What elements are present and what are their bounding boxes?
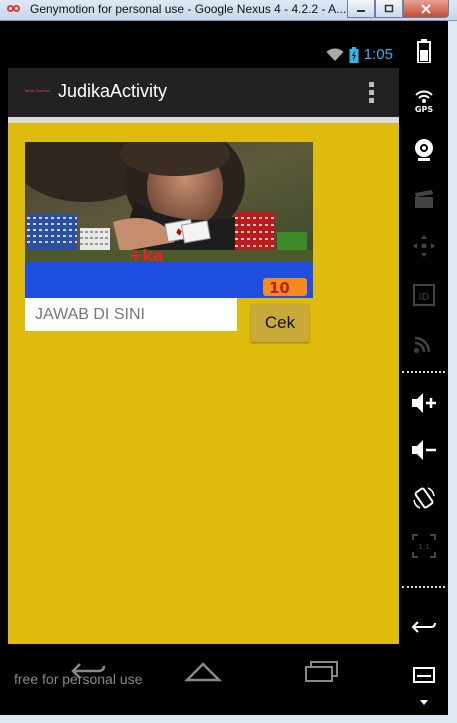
recents-icon xyxy=(305,661,338,682)
device-id-widget-button[interactable]: ID xyxy=(399,278,448,312)
battery-icon xyxy=(416,39,431,63)
scale-icon: 1:1 xyxy=(411,534,436,558)
back-button[interactable] xyxy=(399,611,448,645)
home-icon xyxy=(184,662,222,682)
device-screen: 1:05 Tebak Gambar JudikaActivity ♦ +ka 1… xyxy=(8,21,399,715)
watermark-text: free for personal use xyxy=(14,671,143,687)
window-title: Genymotion for personal use - Google Nex… xyxy=(30,2,347,16)
overflow-menu-icon[interactable] xyxy=(369,82,375,103)
cast-widget-button[interactable] xyxy=(399,326,448,360)
puzzle-image: ♦ +ka 10 xyxy=(25,142,313,298)
chevron-down-icon xyxy=(419,700,428,705)
activity-title: JudikaActivity xyxy=(58,81,168,101)
wifi-icon xyxy=(326,47,344,61)
svg-text:1:1: 1:1 xyxy=(418,543,429,551)
volume-down-button[interactable] xyxy=(399,433,448,467)
volume-up-icon xyxy=(411,393,436,413)
webcam-icon xyxy=(414,139,433,161)
sidebar-separator xyxy=(402,586,445,588)
recents-button[interactable] xyxy=(296,656,346,686)
battery-widget-button[interactable] xyxy=(399,34,448,68)
cast-icon xyxy=(413,336,430,353)
maximize-button[interactable] xyxy=(375,0,403,18)
rotate-icon xyxy=(412,487,435,509)
sidebar-separator xyxy=(402,371,445,373)
minimize-button[interactable] xyxy=(347,0,375,18)
menu-icon xyxy=(412,667,435,683)
clapperboard-icon xyxy=(414,190,433,208)
navigation-bar: free for personal use xyxy=(8,644,399,714)
action-bar: Tebak Gambar JudikaActivity xyxy=(8,68,399,117)
main-content: ♦ +ka 10 Cek xyxy=(8,123,399,644)
status-clock: 1:05 xyxy=(363,46,393,63)
rotate-button[interactable] xyxy=(399,481,448,515)
status-bar: 1:05 xyxy=(8,43,399,67)
sidebar-scroll-down[interactable] xyxy=(399,691,448,715)
answer-input[interactable] xyxy=(25,298,237,331)
app-logo[interactable]: Tebak Gambar xyxy=(24,88,50,93)
svg-text:♦: ♦ xyxy=(174,227,185,239)
puzzle-hint-text: +ka xyxy=(129,246,164,265)
home-button[interactable] xyxy=(178,656,228,686)
camera-widget-button[interactable] xyxy=(399,133,448,167)
remote-control-widget-button[interactable] xyxy=(399,229,448,263)
window-border-right xyxy=(448,21,457,723)
volume-up-button[interactable] xyxy=(399,386,448,420)
level-badge: 10 xyxy=(269,279,290,297)
dpad-icon xyxy=(412,235,435,257)
svg-text:GPS: GPS xyxy=(414,105,432,113)
window-border-bottom xyxy=(0,715,457,723)
genymotion-icon xyxy=(7,4,21,14)
close-button[interactable] xyxy=(403,0,449,18)
window-titlebar: Genymotion for personal use - Google Nex… xyxy=(0,0,457,21)
battery-icon xyxy=(349,46,359,63)
id-icon: ID xyxy=(412,284,435,306)
svg-text:ID: ID xyxy=(418,292,429,303)
gps-widget-button[interactable]: GPS xyxy=(399,83,448,117)
menu-button[interactable] xyxy=(399,658,448,692)
volume-down-icon xyxy=(411,440,436,460)
check-button[interactable]: Cek xyxy=(251,304,309,342)
window-controls xyxy=(347,0,449,18)
back-arrow-icon xyxy=(411,621,436,633)
pixel-perfect-button[interactable]: 1:1 xyxy=(399,529,448,563)
genymotion-sidebar: GPS ID 1:1 xyxy=(399,21,448,715)
screencast-widget-button[interactable] xyxy=(399,182,448,216)
gps-icon: GPS xyxy=(414,90,433,113)
